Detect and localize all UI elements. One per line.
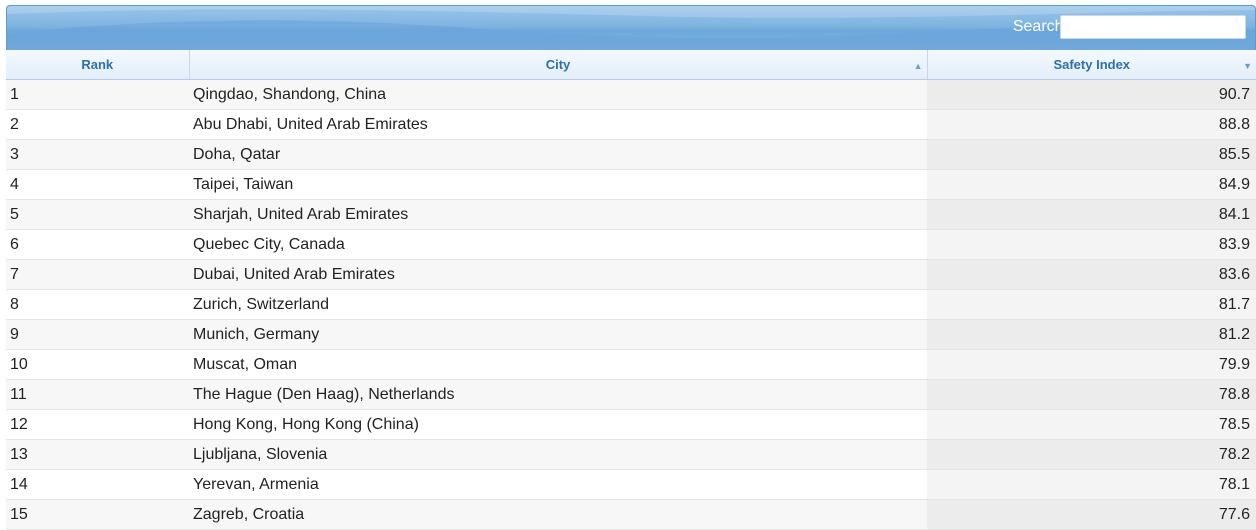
safety-index-cell: 83.9 [927, 229, 1256, 260]
city-cell: Sharjah, United Arab Emirates [189, 199, 927, 230]
safety-index-cell: 81.7 [927, 289, 1256, 320]
safety-index-cell: 84.9 [927, 169, 1256, 200]
city-cell: Quebec City, Canada [189, 229, 927, 260]
rank-cell: 6 [6, 229, 189, 260]
city-cell: Abu Dhabi, United Arab Emirates [189, 109, 927, 140]
city-cell: Zurich, Switzerland [189, 289, 927, 320]
rank-cell: 1 [6, 79, 189, 110]
city-cell: Dubai, United Arab Emirates [189, 259, 927, 290]
safety-index-cell: 81.2 [927, 319, 1256, 350]
safety-index-cell: 84.1 [927, 199, 1256, 230]
rank-cell: 9 [6, 319, 189, 350]
safety-index-cell: 78.2 [927, 439, 1256, 470]
rank-cell: 3 [6, 139, 189, 170]
rank-cell: 2 [6, 109, 189, 140]
safety-index-cell: 85.5 [927, 139, 1256, 170]
table-row: 6 Quebec City, Canada 83.9 [6, 229, 1256, 260]
rank-cell: 5 [6, 199, 189, 230]
column-header-label: City [545, 57, 571, 72]
table-row: 2 Abu Dhabi, United Arab Emirates 88.8 [6, 109, 1256, 140]
city-cell: Qingdao, Shandong, China [189, 79, 927, 110]
city-cell: Taipei, Taiwan [189, 169, 927, 200]
rank-cell: 11 [6, 379, 189, 410]
column-header-city[interactable]: City ▲ [189, 50, 928, 80]
rank-cell: 13 [6, 439, 189, 470]
safety-index-cell: 90.7 [927, 79, 1256, 110]
safety-index-cell: 78.5 [927, 409, 1256, 440]
table-row: 5 Sharjah, United Arab Emirates 84.1 [6, 199, 1256, 230]
table-row: 8 Zurich, Switzerland 81.7 [6, 289, 1256, 320]
rank-cell: 8 [6, 289, 189, 320]
column-header-rank[interactable]: Rank [6, 50, 190, 80]
rank-cell: 12 [6, 409, 189, 440]
city-cell: Hong Kong, Hong Kong (China) [189, 409, 927, 440]
table-header-row: Rank City ▲ Safety Index ▼ [6, 50, 1256, 80]
cities-table: Rank City ▲ Safety Index ▼ 1 Qingdao, Sha… [6, 50, 1256, 530]
table-row: 12 Hong Kong, Hong Kong (China) 78.5 [6, 409, 1256, 440]
column-header-label: Safety Index [1053, 57, 1131, 72]
rank-cell: 10 [6, 349, 189, 380]
rank-cell: 14 [6, 469, 189, 500]
table-row: 7 Dubai, United Arab Emirates 83.6 [6, 259, 1256, 290]
city-cell: Muscat, Oman [189, 349, 927, 380]
table-row: 1 Qingdao, Shandong, China 90.7 [6, 79, 1256, 110]
table-row: 4 Taipei, Taiwan 84.9 [6, 169, 1256, 200]
safety-index-cell: 79.9 [927, 349, 1256, 380]
column-header-label: Rank [81, 57, 114, 72]
table-row: 3 Doha, Qatar 85.5 [6, 139, 1256, 170]
table-body: 1 Qingdao, Shandong, China 90.7 2 Abu Dhabi,… [6, 79, 1256, 530]
table-row: 10 Muscat, Oman 79.9 [6, 349, 1256, 380]
table-row: 11 The Hague (Den Haag), Netherlands 78.8 [6, 379, 1256, 410]
column-header-safety-index[interactable]: Safety Index ▼ [927, 50, 1256, 80]
rank-cell: 15 [6, 499, 189, 530]
sort-ascending-icon: ▲ [913, 61, 923, 71]
safety-index-table-widget: Search: Rank City ▲ Safety Index ▼ 1 Qin… [6, 5, 1256, 530]
rank-cell: 4 [6, 169, 189, 200]
search-input[interactable] [1060, 15, 1246, 39]
rank-cell: 7 [6, 259, 189, 290]
city-cell: Ljubljana, Slovenia [189, 439, 927, 470]
safety-index-cell: 78.1 [927, 469, 1256, 500]
city-cell: Doha, Qatar [189, 139, 927, 170]
safety-index-cell: 77.6 [927, 499, 1256, 530]
sort-descending-icon: ▼ [1243, 61, 1252, 71]
safety-index-cell: 78.8 [927, 379, 1256, 410]
table-row: 14 Yerevan, Armenia 78.1 [6, 469, 1256, 500]
table-row: 13 Ljubljana, Slovenia 78.2 [6, 439, 1256, 470]
table-row: 9 Munich, Germany 81.2 [6, 319, 1256, 350]
table-toolbar: Search: [6, 5, 1256, 50]
city-cell: Yerevan, Armenia [189, 469, 927, 500]
table-row: 15 Zagreb, Croatia 77.6 [6, 499, 1256, 530]
city-cell: The Hague (Den Haag), Netherlands [189, 379, 927, 410]
safety-index-cell: 83.6 [927, 259, 1256, 290]
city-cell: Munich, Germany [189, 319, 927, 350]
city-cell: Zagreb, Croatia [189, 499, 927, 530]
safety-index-cell: 88.8 [927, 109, 1256, 140]
